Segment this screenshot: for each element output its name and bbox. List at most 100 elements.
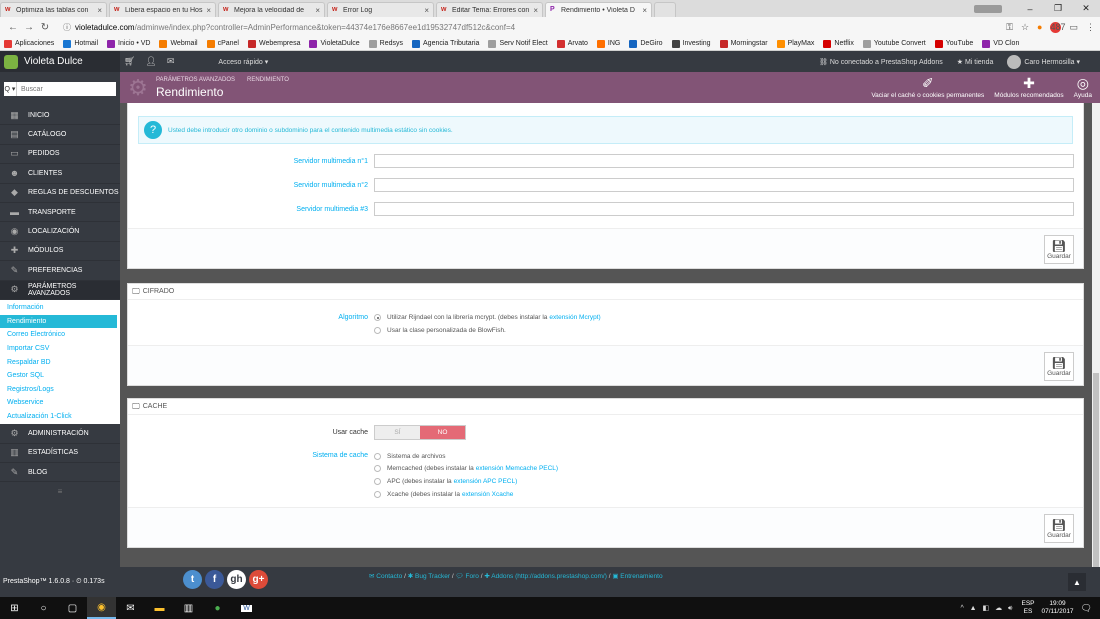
new-tab-button[interactable] (654, 2, 676, 17)
bookmark-ing[interactable]: ING (596, 39, 620, 48)
star-icon[interactable]: ☆ (1021, 22, 1029, 33)
browser-tab[interactable]: w Error Log × (327, 2, 434, 17)
submenu-item-informacion[interactable]: Información (0, 301, 120, 315)
submenu-item-respaldar-bd[interactable]: Respaldar BD (0, 355, 120, 369)
mail-icon[interactable]: ✉ (167, 56, 175, 67)
help-button[interactable]: ◎ Ayuda (1074, 76, 1092, 99)
close-tab-icon[interactable]: × (315, 6, 320, 15)
bookmark-netflix[interactable]: Netflix (823, 39, 854, 48)
sidebar-item-clientes[interactable]: ☻ Clientes (0, 164, 120, 184)
radio-filesystem[interactable]: Sistema de archivos (374, 453, 446, 460)
media-server-1-input[interactable] (374, 154, 1074, 168)
bookmark-youtube[interactable]: YouTube (934, 39, 973, 48)
close-tab-icon[interactable]: × (642, 6, 647, 15)
browser-tab[interactable]: w Editar Tema: Errores con × (436, 2, 543, 17)
facebook-icon[interactable]: f (205, 570, 224, 589)
sidebar-item-pedidos[interactable]: ▭ Pedidos (0, 145, 120, 165)
sidebar-item-parametros-avanzados[interactable]: ⚙ Parámetros avanzados (0, 280, 120, 300)
media-server-3-input[interactable] (374, 202, 1074, 216)
submenu-item-correo[interactable]: Correo Electrónico (0, 328, 120, 342)
close-tab-icon[interactable]: × (97, 6, 102, 15)
mcrypt-link[interactable]: extensión Mcrypt) (549, 314, 600, 321)
bookmark-morningstar[interactable]: Morningstar (719, 39, 768, 48)
user-menu[interactable]: Caro Hermosilla ▾ (1007, 54, 1080, 69)
browser-tab[interactable]: w Optimiza las tablas con × (0, 2, 107, 17)
memcache-link[interactable]: extensión Memcache PECL) (476, 465, 558, 472)
page-scrollbar[interactable] (1092, 103, 1100, 568)
apc-link[interactable]: extensión APC PECL) (454, 478, 518, 485)
sidebar-item-inicio[interactable]: ▦ Inicio (0, 106, 120, 126)
profile-badge[interactable] (974, 4, 1002, 13)
library-app-icon[interactable]: ▥ (174, 597, 203, 619)
radio-unchecked[interactable] (374, 478, 381, 485)
key-icon[interactable]: ⚿ (1006, 22, 1013, 33)
forward-arrow-icon[interactable]: → (21, 22, 37, 33)
scroll-top-button[interactable]: ▲ (1068, 573, 1086, 591)
sidebar-item-estadisticas[interactable]: ▥ Estadísticas (0, 444, 120, 464)
scrollbar-thumb[interactable] (1093, 373, 1099, 568)
radio-unchecked[interactable] (374, 491, 381, 498)
submenu-item-gestor-sql[interactable]: Gestor SQL (0, 369, 120, 383)
footer-link-bug-tracker[interactable]: Bug Tracker (415, 573, 450, 580)
tray-icons[interactable]: ^ ▲ ◧ ☁ 🔊︎ (960, 604, 1014, 613)
sidebar-item-transporte[interactable]: ▬ Transporte (0, 203, 120, 223)
github-icon[interactable]: gh (227, 570, 246, 589)
recommended-modules-button[interactable]: ✚ Módulos recomendados (994, 76, 1063, 99)
clock[interactable]: 19:09 07/11/2017 (1042, 600, 1074, 616)
menu-dots-icon[interactable]: ⋮ (1086, 22, 1095, 33)
bookmark-arvato[interactable]: Arvato (556, 39, 588, 48)
xcache-link[interactable]: extensión Xcache (462, 491, 513, 498)
bookmark-violetadulce[interactable]: VioletaDulce (309, 39, 360, 48)
bookmark-youtube-convert[interactable]: Youtube Convert (862, 39, 926, 48)
submenu-item-webservice[interactable]: Webservice (0, 396, 120, 410)
submenu-item-importar-csv[interactable]: Importar CSV (0, 342, 120, 356)
back-arrow-icon[interactable]: ← (5, 22, 21, 33)
footer-link-addons[interactable]: Addons (http://addons.prestashop.com/) (491, 573, 607, 580)
info-icon[interactable]: ⓘ (59, 22, 75, 33)
sidebar-collapse-icon[interactable]: ≡ (0, 482, 120, 502)
bookmark-webempresa[interactable]: Webempresa (247, 39, 300, 48)
bookmark-webmail[interactable]: Webmail (159, 39, 198, 48)
radio-rijndael[interactable]: Utilizar Rijndael con la librería mcrypt… (374, 314, 601, 321)
radio-unchecked[interactable] (374, 453, 381, 460)
close-tab-icon[interactable]: × (424, 6, 429, 15)
addons-status[interactable]: ⛓ No conectado a PrestaShop Addons (819, 58, 943, 66)
bookmark-vd-clon[interactable]: VD Clon (982, 39, 1019, 48)
radio-memcached[interactable]: Memcached (debes instalar la extensión Me… (374, 465, 558, 472)
sidebar-item-reglas-descuentos[interactable]: ◆ Reglas de descuentos (0, 184, 120, 203)
bookmark-serv-notif[interactable]: Serv Notif Elect (488, 39, 548, 48)
extension-badge[interactable]: 487 (1050, 21, 1066, 33)
language-indicator[interactable]: ESP ES (1021, 600, 1034, 616)
bookmark-degiro[interactable]: DeGiro (629, 39, 663, 48)
whatsapp-icon[interactable]: ● (203, 597, 232, 619)
radio-checked[interactable] (374, 314, 381, 321)
switch-no[interactable]: NO (420, 426, 465, 439)
task-view-icon[interactable]: ▢ (58, 597, 87, 619)
quick-access-dropdown[interactable]: Acceso rápido ▾ (218, 58, 268, 66)
radio-apc[interactable]: APC (debes instalar la extensión APC PECL… (374, 478, 517, 485)
radio-unchecked[interactable] (374, 465, 381, 472)
google-plus-icon[interactable]: g+ (249, 570, 268, 589)
mail-app-icon[interactable]: ✉ (116, 597, 145, 619)
sidebar-item-modulos[interactable]: ✚ Módulos (0, 242, 120, 262)
windows-start-icon[interactable]: ⊞ (0, 597, 29, 619)
bookmark-apps[interactable]: Aplicaciones (4, 39, 54, 48)
cast-icon[interactable]: ▭ (1069, 22, 1078, 33)
bookmark-playmax[interactable]: PlayMax (776, 39, 814, 48)
bookmark-redsys[interactable]: Redsys (368, 39, 403, 48)
sidebar-item-preferencias[interactable]: ✎ Preferencias (0, 261, 120, 281)
reload-icon[interactable]: ↻ (37, 22, 53, 33)
save-button[interactable]: 💾︎ Guardar (1044, 514, 1074, 543)
footer-link-contact[interactable]: Contacto (376, 573, 402, 580)
switch-yes[interactable]: SÍ (375, 426, 420, 439)
notifications-icon[interactable]: 🗨︎ (1081, 603, 1092, 614)
twitter-icon[interactable]: t (183, 570, 202, 589)
url-input[interactable]: ⓘ violetadulce.com/adminwe/index.php?con… (59, 20, 998, 35)
submenu-item-rendimiento[interactable]: Rendimiento (0, 314, 117, 329)
close-window-icon[interactable]: ✕ (1072, 3, 1100, 14)
sidebar-item-localizacion[interactable]: ◉ Localización (0, 222, 120, 242)
bookmark-agencia-tributaria[interactable]: Agencia Tributaria (412, 39, 479, 48)
browser-tab-active[interactable]: P Rendimiento • Violeta D × (545, 2, 652, 17)
sidebar-item-administracion[interactable]: ⚙ Administración (0, 424, 120, 444)
search-input[interactable] (17, 82, 116, 96)
